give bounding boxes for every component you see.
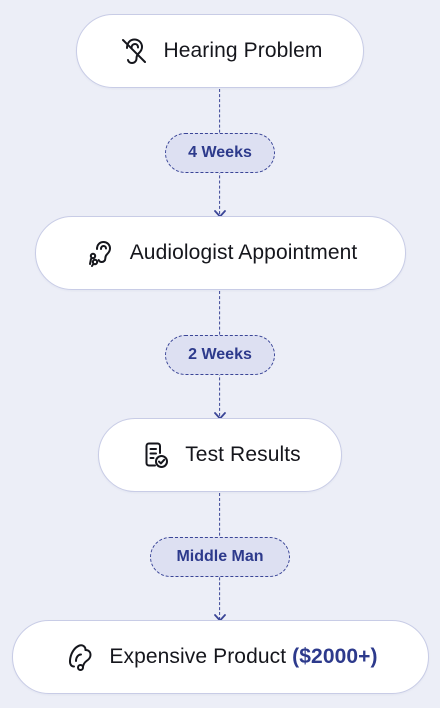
node-hearing-problem: Hearing Problem xyxy=(76,14,364,88)
node-label: Hearing Problem xyxy=(163,39,323,62)
node-label: Audiologist Appointment xyxy=(129,241,358,264)
hearing-aid-icon xyxy=(63,640,97,674)
node-label: Test Results xyxy=(185,443,301,466)
intermediary-badge: Middle Man xyxy=(150,537,290,577)
duration-badge: 4 Weeks xyxy=(165,133,275,173)
document-check-icon xyxy=(139,438,173,472)
duration-badge: 2 Weeks xyxy=(165,335,275,375)
node-expensive-product: Expensive Product ($2000+) xyxy=(12,620,429,694)
price-highlight: ($2000+) xyxy=(292,645,378,668)
product-name: Expensive Product xyxy=(109,645,287,668)
ear-hearing-icon xyxy=(84,236,118,270)
ear-off-icon xyxy=(117,34,151,68)
node-audiologist-appointment: Audiologist Appointment xyxy=(35,216,406,290)
node-test-results: Test Results xyxy=(98,418,342,492)
node-label: Expensive Product ($2000+) xyxy=(109,645,377,669)
process-flow-diagram: Hearing Problem 4 Weeks Audiologist Appo… xyxy=(0,0,440,708)
